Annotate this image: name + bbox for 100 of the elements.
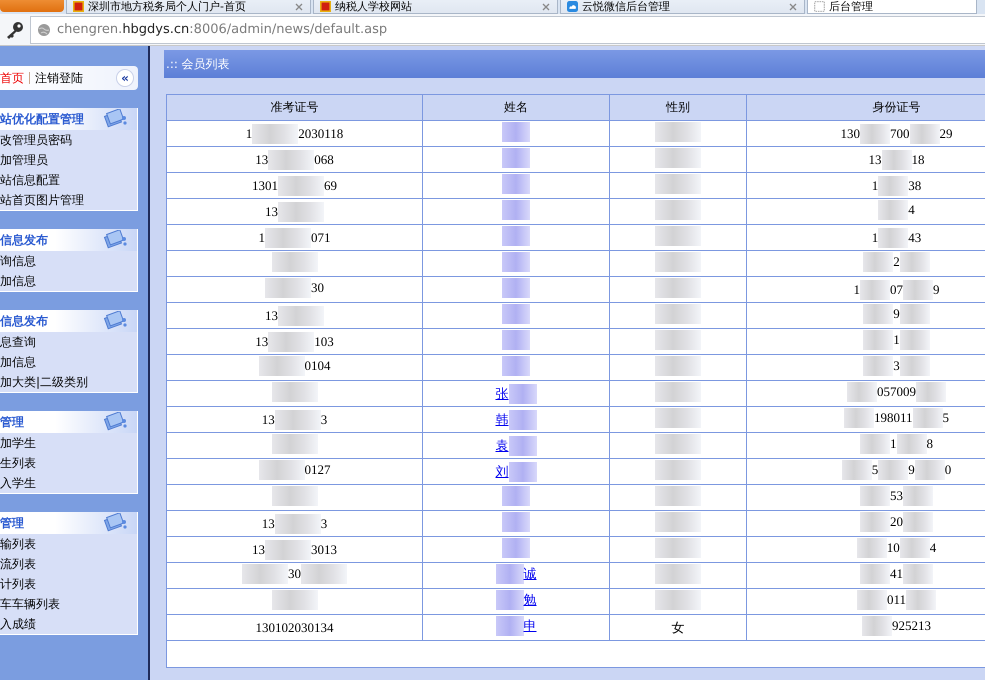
cell-text: 30: [311, 280, 324, 296]
blurred-patch: [274, 410, 321, 430]
blurred-patch: [268, 332, 314, 352]
collapse-button[interactable]: «: [116, 69, 134, 87]
column-header: 性别: [610, 95, 746, 120]
cell-text: 0104: [304, 358, 330, 374]
cell-text: 1: [893, 332, 900, 348]
cell-text: 13: [255, 334, 268, 350]
globe-icon: [37, 22, 51, 36]
blurred-patch: [882, 150, 912, 170]
cell-text: 0127: [304, 462, 330, 478]
name-link[interactable]: 申: [524, 616, 536, 634]
blurred-patch: [860, 124, 890, 144]
section-title: 管理: [0, 414, 24, 430]
cell-text: 4: [930, 540, 936, 556]
sidebar-link[interactable]: 车车辆列表: [0, 594, 137, 614]
cell-text: 20: [890, 514, 903, 530]
name-link[interactable]: 勉: [524, 590, 536, 608]
panel-title: .:: 会员列表: [166, 56, 230, 72]
cell-text: 5: [942, 410, 950, 426]
sidebar-link[interactable]: 站信息配置: [0, 170, 137, 190]
name-link[interactable]: 刘: [496, 462, 508, 480]
sidebar-link[interactable]: 入学生: [0, 473, 137, 493]
cell-text: 130102030134: [256, 620, 334, 636]
cell-text: 057009: [877, 384, 916, 400]
browser-tab[interactable]: 后台管理: [807, 0, 977, 14]
sidebar-link[interactable]: 加信息: [0, 352, 137, 372]
sidebar-link[interactable]: 生列表: [0, 453, 137, 473]
name-link[interactable]: 张: [496, 384, 508, 402]
blurred-patch: [878, 176, 908, 196]
cell-text: 1: [258, 230, 265, 246]
cell-text: 13: [262, 516, 275, 532]
name-link[interactable]: 诚: [524, 564, 536, 582]
cell-text: 8: [926, 436, 933, 452]
section-title: 信息发布: [0, 312, 48, 330]
cell-text: 068: [314, 152, 334, 168]
column-header: 准考证号: [167, 95, 422, 120]
sidebar-link[interactable]: 加学生: [0, 433, 137, 453]
name-link[interactable]: 韩: [496, 410, 508, 428]
blurred-patch: [878, 228, 908, 248]
sidebar-link[interactable]: 入成绩: [0, 614, 137, 634]
sidebar-link[interactable]: 流列表: [0, 554, 137, 574]
cell-text: 0: [944, 462, 952, 478]
cell-text: 3: [893, 358, 900, 374]
page-icon: [814, 1, 825, 12]
cell-text: 103: [314, 334, 334, 350]
close-icon: [541, 2, 551, 12]
cell-text: 13: [265, 204, 278, 220]
sidebar-link[interactable]: 询信息: [0, 251, 137, 271]
cell-text: 07: [890, 282, 903, 298]
blurred-patch: [903, 280, 933, 300]
cell-text: 9: [908, 462, 915, 478]
name-link[interactable]: 袁: [496, 436, 508, 454]
logout-link[interactable]: 注销登陆: [35, 70, 83, 86]
browser-tab[interactable]: 纳税人学校网站: [313, 0, 558, 14]
cell-text: 071: [311, 230, 330, 246]
column-header: 身份证号: [746, 95, 985, 120]
sidebar-link[interactable]: 站首页图片管理: [0, 190, 137, 210]
close-icon: [788, 2, 798, 12]
sidebar-link[interactable]: 加信息: [0, 271, 137, 291]
blurred-patch: [896, 434, 926, 454]
sidebar-link[interactable]: 输列表: [0, 534, 137, 554]
cell-text: 13: [255, 152, 268, 168]
blurred-patch: [912, 408, 943, 428]
cell-text: 41: [890, 566, 903, 582]
close-icon: [294, 2, 304, 12]
home-link[interactable]: 首页: [0, 70, 24, 86]
sidebar-link[interactable]: 计列表: [0, 574, 137, 594]
blurred-patch: [278, 176, 324, 196]
cell-text: 38: [908, 178, 922, 194]
sidebar-link[interactable]: 加管理员: [0, 150, 137, 170]
cell-text: 130: [840, 126, 860, 142]
cell-text: 30: [288, 566, 301, 582]
cell-text: 9: [933, 282, 940, 298]
cell-text: 53: [890, 488, 903, 504]
cell-text: 69: [324, 178, 337, 194]
tax-logo-icon: [73, 1, 84, 12]
cell-text: 13: [262, 412, 275, 428]
browser-tab[interactable]: 深圳市地方税务局个人门户-首页: [66, 0, 311, 14]
column-header: 姓名: [422, 95, 610, 120]
cell-text: 5: [872, 462, 878, 478]
sidebar-link[interactable]: 息查询: [0, 332, 137, 352]
blurred-patch: [900, 538, 930, 558]
blurred-patch: [910, 124, 940, 144]
cell-text: 13: [868, 152, 882, 168]
address-field[interactable]: chengren.hbgdys.cn:8006/admin/news/default.asp: [30, 16, 985, 44]
cell-text: 1: [872, 178, 878, 194]
blurred-patch: [878, 460, 908, 480]
sidebar-link[interactable]: 改管理员密码: [0, 130, 137, 150]
cell-text: 925213: [892, 618, 931, 634]
sidebar-link[interactable]: 加大类|二级类别: [0, 372, 137, 392]
blurred-patch: [274, 514, 321, 534]
cell-text: 43: [908, 230, 922, 246]
cell-text: 18: [912, 152, 924, 168]
cell-text: 3: [320, 412, 328, 428]
browser-tab[interactable]: 云悦微信后台管理: [560, 0, 805, 14]
cell-text: 1: [854, 282, 860, 298]
folders-icon: [103, 230, 129, 250]
cell-text: 4: [908, 202, 915, 218]
section-title: 管理: [0, 514, 24, 532]
